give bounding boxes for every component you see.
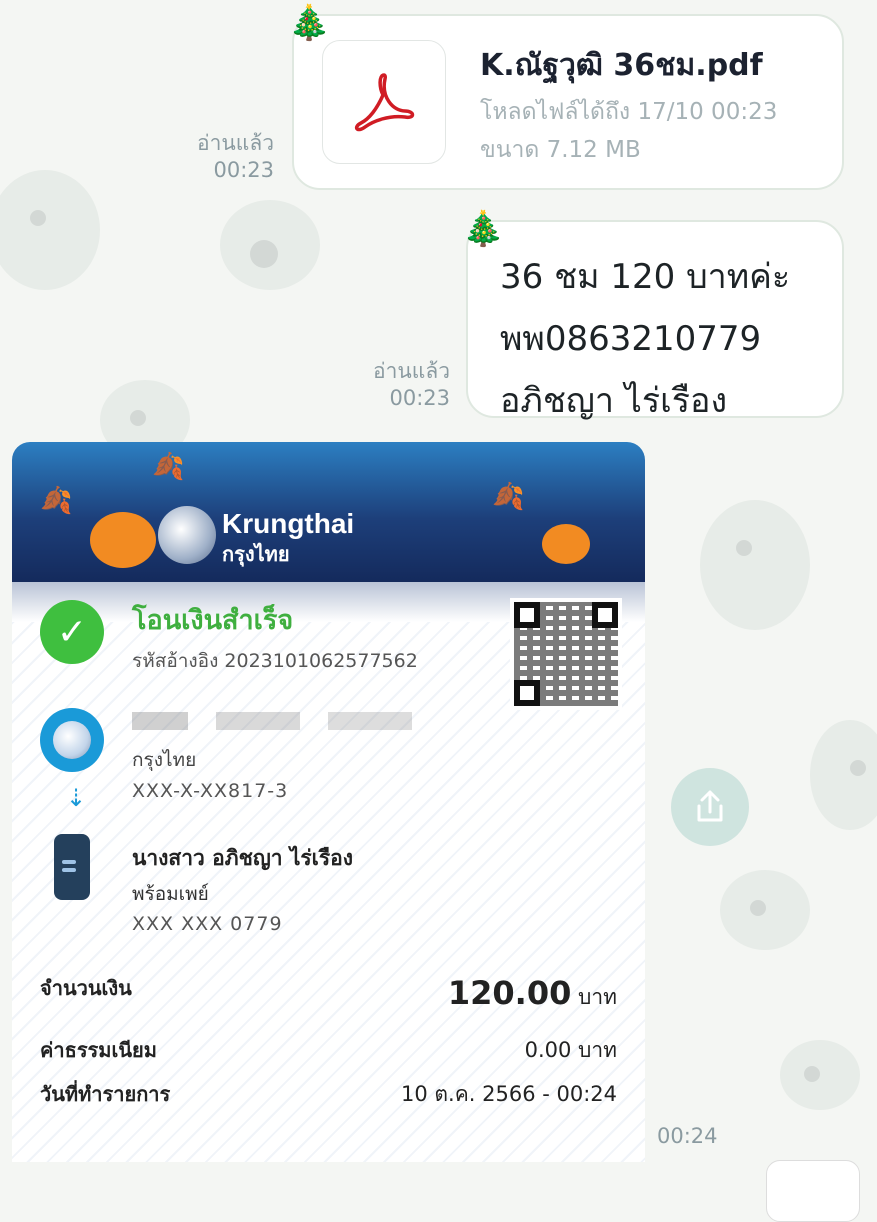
share-button[interactable] [671,768,749,846]
fee-value: 0.00 บาท [524,1038,617,1062]
file-message-bubble[interactable]: K.ณัฐวุฒิ 36ชม.pdf โหลดไฟล์ได้ถึง 17/10 … [292,14,844,190]
transfer-status: โอนเงินสำเร็จ [132,605,294,636]
pumpkin-decoration [90,512,156,568]
receiver-account: XXX XXX 0779 [132,913,283,935]
share-icon [697,790,723,822]
pdf-file-icon[interactable] [322,40,446,164]
receiver-channel: พร้อมเพย์ [132,883,209,905]
background-ghost [720,870,810,950]
background-ghost [700,500,810,630]
message-line: อภิชญา ไร่เรือง [500,381,728,421]
background-ghost [220,200,320,290]
text-message-bubble[interactable]: 36 ชม 120 บาทค่ะ พพ0863210779 อภิชญา ไร่… [466,220,844,421]
file-expiry: โหลดไฟล์ได้ถึง 17/10 00:23 [480,99,778,125]
leaf-decoration: 🍂 [152,452,185,482]
pumpkin-decoration [542,524,590,564]
acrobat-icon [354,73,415,132]
success-check-icon: ✓ [40,600,104,664]
transfer-slip-image[interactable]: 🍂 🍂 🍂 Krungthai กรุงไทย ✓ โอนเงินสำเร็จ … [12,442,645,1162]
file-size: ขนาด 7.12 MB [480,137,641,163]
date-value: 10 ต.ค. 2566 - 00:24 [401,1082,617,1106]
promptpay-phone-icon [54,834,90,900]
date-label: วันที่ทำรายการ [40,1082,171,1106]
sender-name-redacted [132,712,412,730]
sender-bank: กรุงไทย [132,749,197,771]
leaf-decoration: 🍂 [40,486,73,516]
sender-account: XXX-X-XX817-3 [132,780,289,802]
brand-name-en: Krungthai [222,508,355,539]
qr-code [510,598,622,710]
brand-name-th: กรุงไทย [222,542,290,566]
background-ghost [780,1040,860,1110]
scroll-down-button[interactable] [766,1160,860,1222]
arrow-down-icon: ⇣ [66,784,87,812]
receiver-name: นางสาว อภิชญา ไร่เรือง [132,846,353,870]
amount-value: 120.00 บาท [448,974,617,1014]
krungthai-logo-icon [158,506,216,564]
message-line: 36 ชม 120 บาทค่ะ [500,257,791,297]
read-receipt: อ่านแล้ว 00:23 [150,130,274,185]
message-time: 00:23 [213,158,274,183]
read-label: อ่านแล้ว [197,131,274,155]
christmas-tree-icon: 🎄 [288,3,331,43]
fee-label: ค่าธรรมเนียม [40,1038,157,1062]
message-text[interactable]: 36 ชม 120 บาทค่ะ พพ0863210779 อภิชญา ไร่… [500,246,790,432]
amount-label: จำนวนเงิน [40,976,132,1000]
message-line: พพ0863210779 [500,319,762,359]
slip-banner: 🍂 🍂 🍂 Krungthai กรุงไทย [12,442,645,582]
read-receipt: อ่านแล้ว 00:23 [326,358,450,413]
file-name[interactable]: K.ณัฐวุฒิ 36ชม.pdf [480,42,763,89]
reference-number: รหัสอ้างอิง 2023101062577562 [132,650,418,672]
read-label: อ่านแล้ว [373,359,450,383]
amount-unit: บาท [578,985,617,1009]
christmas-tree-icon: 🎄 [462,209,505,249]
message-time: 00:24 [657,1124,718,1148]
message-time: 00:23 [389,386,450,411]
background-ghost [0,170,100,290]
amount: 120.00 [447,974,572,1012]
sender-bank-logo-icon [40,708,104,772]
background-ghost [810,720,877,830]
leaf-decoration: 🍂 [492,482,525,512]
krungthai-brand: Krungthai กรุงไทย [158,506,355,570]
